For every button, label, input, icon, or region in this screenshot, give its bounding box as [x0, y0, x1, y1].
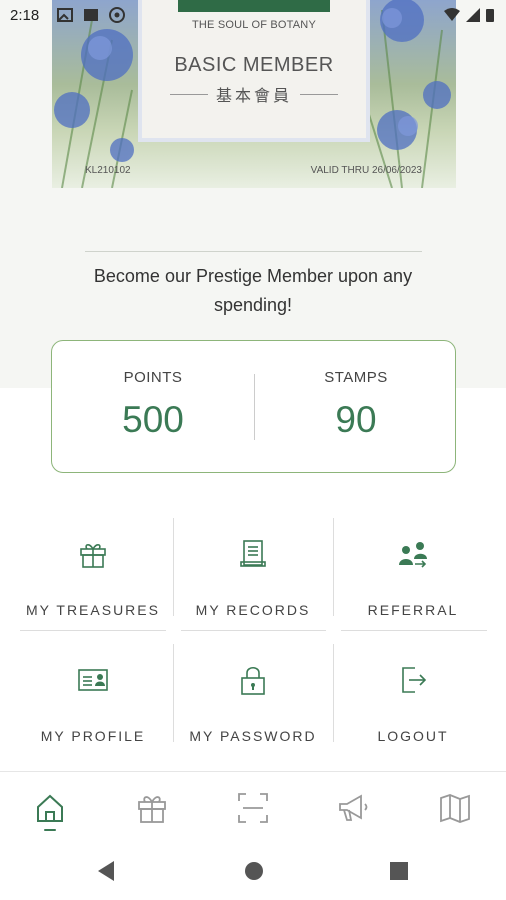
message-notification-icon	[84, 9, 98, 21]
stamps-value: 90	[335, 399, 377, 440]
bottom-nav-border	[0, 771, 506, 772]
valid-thru: VALID THRU 26/06/2023	[310, 165, 422, 176]
lock-icon	[241, 666, 265, 695]
gift-icon	[80, 544, 106, 568]
menu-my-profile[interactable]: MY PROFILE	[18, 654, 168, 764]
menu-label: REFERRAL	[367, 602, 459, 618]
home-circle-icon[interactable]	[244, 861, 264, 881]
battery-icon	[486, 9, 494, 22]
menu-label: MY TREASURES	[26, 602, 160, 618]
megaphone-icon[interactable]	[336, 790, 372, 826]
stamps-stat[interactable]: STAMPS 90	[255, 341, 457, 471]
grid-divider	[173, 644, 174, 742]
system-status-icons	[444, 8, 494, 22]
signal-icon	[466, 8, 480, 22]
grid-divider	[333, 644, 334, 742]
image-notification-icon	[57, 8, 73, 22]
at-sign-icon	[109, 7, 125, 23]
prestige-promo-text: Become our Prestige Member upon any spen…	[93, 266, 413, 315]
points-value: 500	[122, 399, 184, 440]
stamps-label: STAMPS	[324, 369, 388, 386]
menu-my-treasures[interactable]: MY TREASURES	[18, 528, 168, 638]
recents-icon[interactable]	[390, 862, 408, 880]
menu-label: LOGOUT	[377, 728, 449, 744]
system-navigation-bar	[0, 846, 506, 900]
scan-icon[interactable]	[235, 790, 271, 826]
section-divider	[85, 251, 422, 252]
back-icon[interactable]	[96, 860, 116, 882]
member-tier-cn-row: 基本會員	[170, 82, 339, 106]
active-tab-indicator	[44, 829, 56, 831]
notification-icons	[56, 6, 126, 24]
divider	[170, 93, 208, 95]
member-tier: BASIC MEMBER	[174, 54, 334, 76]
status-time: 2:18	[10, 7, 40, 24]
member-id: KL210102	[85, 165, 131, 176]
status-bar: 2:18	[0, 0, 506, 32]
home-icon[interactable]	[32, 790, 68, 826]
receipt-icon	[240, 540, 266, 567]
wifi-icon	[444, 8, 460, 21]
grid-divider	[181, 630, 326, 631]
points-stamps-panel: POINTS 500 STAMPS 90	[51, 340, 456, 473]
grid-divider	[20, 630, 166, 631]
points-label: POINTS	[123, 369, 183, 386]
id-card-icon	[78, 669, 108, 691]
menu-referral[interactable]: REFERRAL	[338, 528, 488, 638]
menu-label: MY PROFILE	[40, 728, 146, 744]
map-icon[interactable]	[437, 790, 473, 826]
member-tier-cn: 基本會員	[216, 88, 293, 105]
grid-divider	[333, 518, 334, 616]
divider	[300, 93, 339, 95]
grid-divider	[341, 630, 487, 631]
grid-divider	[173, 518, 174, 616]
menu-label: MY PASSWORD	[189, 728, 317, 744]
menu-logout[interactable]: LOGOUT	[338, 654, 488, 764]
points-stat[interactable]: POINTS 500	[52, 341, 254, 471]
menu-my-password[interactable]: MY PASSWORD	[178, 654, 328, 764]
referral-icon	[399, 542, 427, 568]
menu-label: MY RECORDS	[195, 602, 311, 618]
gift-icon[interactable]	[134, 790, 170, 826]
menu-my-records[interactable]: MY RECORDS	[178, 528, 328, 638]
logout-icon	[402, 667, 427, 693]
